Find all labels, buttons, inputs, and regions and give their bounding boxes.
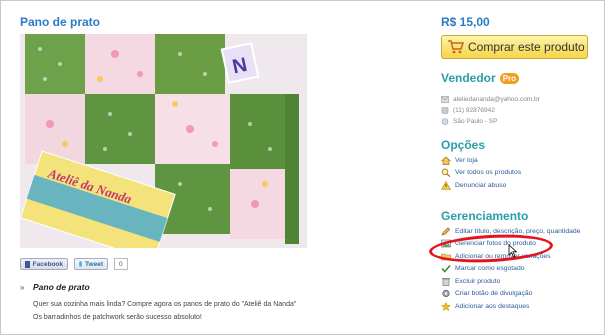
pro-badge: Pro (499, 73, 520, 85)
option-report-abuse[interactable]: Denunciar abuso (441, 179, 521, 192)
manage-add-to-featured[interactable]: Adicionar aos destaques (441, 300, 580, 313)
vendor-heading: Vendedor Pro (441, 71, 520, 85)
envelope-icon (441, 96, 449, 103)
manage-delete-product[interactable]: Excluir produto (441, 275, 580, 288)
description-line: Os barradinhos de patchwork serão sucess… (33, 314, 202, 321)
description-text: Quer sua cozinha mais linda? Compre agor… (33, 298, 296, 324)
magnifier-icon (441, 168, 451, 178)
vendor-heading-label: Vendedor (441, 71, 496, 85)
product-photo[interactable]: N Ateliê da Nanda (20, 34, 307, 248)
patchwork-photo: N Ateliê da Nanda (20, 34, 307, 248)
location-icon (441, 118, 449, 125)
vendor-location-row: São Paulo - SP (441, 116, 540, 127)
vendor-phone: (11) 92876942 (453, 107, 495, 114)
manage-label: Criar botão de divulgação (455, 290, 533, 298)
manage-label: Adicionar aos destaques (455, 302, 530, 310)
management-list: Editar título, descrição, preço, quantid… (441, 225, 580, 313)
star-icon (441, 301, 451, 311)
phone-icon (441, 107, 449, 114)
manage-mark-sold-out[interactable]: Marcar como esgotado (441, 263, 580, 276)
gear-icon (442, 290, 450, 298)
tweet-button[interactable]: Tweet (74, 258, 108, 270)
description-line: Quer sua cozinha mais linda? Compre agor… (33, 301, 297, 308)
cart-icon (448, 40, 464, 54)
vendor-location: São Paulo - SP (453, 118, 498, 125)
warning-icon (441, 180, 451, 190)
product-title: Pano de prato (20, 15, 101, 29)
facebook-share-button[interactable]: Facebook (20, 258, 68, 270)
bullet-icon: » (20, 283, 25, 292)
option-view-store[interactable]: Ver loja (441, 154, 521, 167)
manage-label: Excluir produto (455, 277, 501, 285)
option-label: Ver loja (455, 156, 478, 164)
options-list: Ver loja Ver todos os produtos Denunciar… (441, 154, 521, 192)
folder-icon (441, 253, 451, 261)
vendor-phone-row: (11) 92876942 (441, 105, 540, 116)
share-bar: Facebook Tweet 0 (20, 258, 128, 270)
description-title: Pano de prato (33, 282, 90, 292)
tweet-label: Tweet (85, 260, 103, 268)
option-label: Denunciar abuso (455, 181, 507, 189)
management-heading: Gerenciamento (441, 209, 529, 223)
vendor-email[interactable]: ateliedananda@yahoo.com.br (453, 94, 540, 105)
options-heading: Opções (441, 138, 486, 152)
tweet-count: 0 (114, 258, 128, 270)
manage-label: Marcar como esgotado (455, 265, 525, 273)
option-view-all-products[interactable]: Ver todos os produtos (441, 167, 521, 180)
product-price: R$ 15,00 (441, 15, 490, 29)
manage-label: Adicionar ou remover variações (455, 252, 551, 260)
buy-button-label: Comprar este produto (468, 40, 585, 54)
page-frame: Pano de prato N Ateliê da Nanda Facebook… (0, 0, 605, 335)
vendor-email-row: ateliedananda@yahoo.com.br (441, 94, 540, 105)
check-icon (441, 265, 451, 273)
pencil-icon (441, 227, 451, 236)
facebook-icon (25, 260, 30, 268)
manage-label: Gerenciar fotos do produto (455, 240, 536, 248)
house-icon (441, 156, 451, 165)
vendor-info: ateliedananda@yahoo.com.br (11) 92876942… (441, 94, 540, 127)
manage-edit-product[interactable]: Editar título, descrição, preço, quantid… (441, 225, 580, 238)
buy-button[interactable]: Comprar este produto (441, 35, 588, 59)
facebook-label: Facebook (32, 260, 63, 268)
option-label: Ver todos os produtos (455, 169, 522, 177)
twitter-icon (79, 261, 83, 267)
mouse-cursor-icon (508, 244, 518, 258)
trash-icon (442, 277, 450, 286)
manage-create-share-button[interactable]: Criar botão de divulgação (441, 288, 580, 301)
manage-label: Editar título, descrição, preço, quantid… (455, 227, 581, 235)
photo-icon (441, 239, 451, 248)
